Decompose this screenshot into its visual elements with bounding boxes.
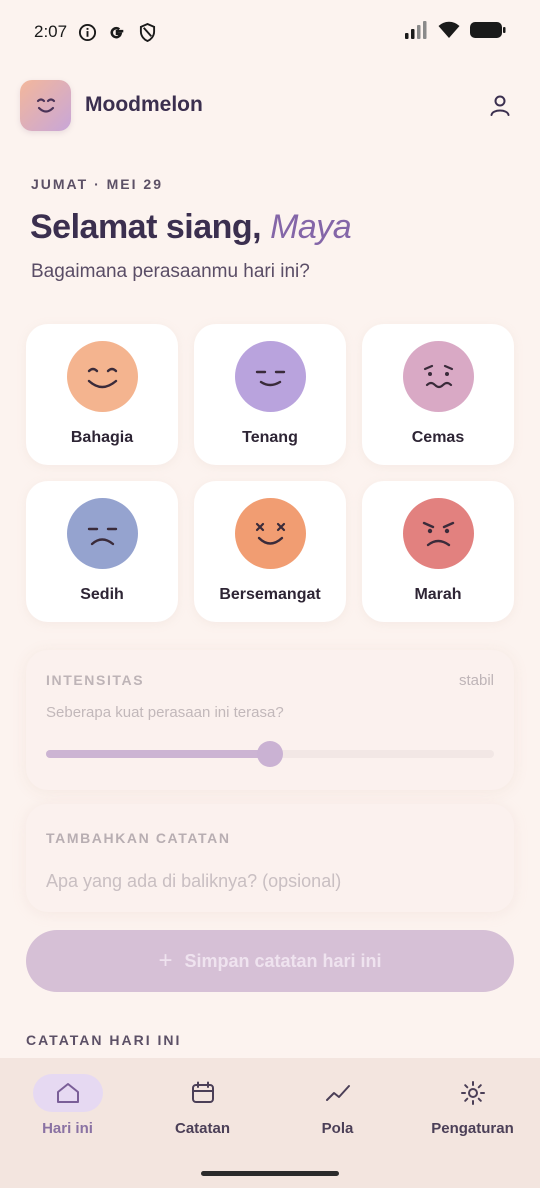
- mood-label: Bersemangat: [219, 586, 321, 603]
- app-name: Moodmelon: [85, 93, 203, 116]
- user-icon: [490, 95, 510, 116]
- date-line: JUMAT · MEI 29: [31, 176, 163, 192]
- bottom-nav: Hari ini Catatan Pola Pengaturan: [0, 1058, 540, 1188]
- note-card: TAMBAHKAN CATATAN: [26, 804, 514, 912]
- slider-thumb[interactable]: [257, 741, 283, 767]
- wifi-icon: [438, 21, 460, 44]
- battery-icon: [470, 21, 506, 44]
- mood-card-sedih[interactable]: Sedih: [26, 481, 178, 622]
- save-button[interactable]: + Simpan catatan hari ini: [26, 930, 514, 992]
- mood-card-tenang[interactable]: Tenang: [194, 324, 346, 465]
- greeting-prefix: Selamat siang,: [30, 208, 262, 246]
- nav-item-catatan[interactable]: Catatan: [135, 1074, 270, 1137]
- nav-item-pengaturan[interactable]: Pengaturan: [405, 1074, 540, 1137]
- gear-icon: [438, 1074, 508, 1112]
- nav-label: Catatan: [174, 1120, 230, 1137]
- profile-button[interactable]: [480, 85, 520, 125]
- mood-card-bahagia[interactable]: Bahagia: [26, 324, 178, 465]
- today-entries-heading: CATATAN HARI INI: [26, 1032, 182, 1048]
- nav-label: Pola: [321, 1120, 354, 1137]
- shield-icon: [137, 22, 157, 42]
- mood-label: Sedih: [80, 586, 124, 603]
- mood-grid: Bahagia Tenang Cemas Sedih Bersemangat M…: [26, 324, 514, 622]
- status-left: 2:07: [34, 22, 157, 42]
- trend-icon: [303, 1074, 373, 1112]
- mood-card-bersemangat[interactable]: Bersemangat: [194, 481, 346, 622]
- intensity-title: INTENSITAS: [46, 672, 145, 688]
- nav-label: Pengaturan: [431, 1120, 514, 1137]
- sad-face-icon: [66, 498, 138, 569]
- signal-icon: [404, 20, 428, 44]
- app-header: Moodmelon: [20, 78, 520, 132]
- status-right: [404, 20, 506, 44]
- status-time: 2:07: [34, 22, 68, 41]
- intensity-card: INTENSITAS stabil Seberapa kuat perasaan…: [26, 650, 514, 790]
- note-input[interactable]: [46, 866, 494, 896]
- calendar-icon: [168, 1074, 238, 1112]
- mood-label: Cemas: [411, 429, 465, 446]
- intensity-subtitle: Seberapa kuat perasaan ini terasa?: [46, 704, 284, 721]
- mood-label: Marah: [414, 586, 462, 603]
- mood-label: Tenang: [242, 429, 298, 446]
- home-icon: [32, 1074, 103, 1112]
- nav-item-hari-ini[interactable]: Hari ini: [0, 1074, 135, 1137]
- angry-face-icon: [402, 498, 474, 569]
- greeting-title: Selamat siang, Maya: [30, 208, 352, 247]
- mood-label: Bahagia: [70, 429, 134, 446]
- plus-icon: +: [158, 947, 173, 974]
- smile-face-icon: [20, 79, 71, 131]
- home-indicator[interactable]: [201, 1171, 339, 1176]
- mood-card-marah[interactable]: Marah: [362, 481, 514, 622]
- happy-face-icon: [66, 341, 138, 412]
- anxious-face-icon: [402, 341, 474, 412]
- excited-face-icon: [234, 498, 306, 569]
- intensity-slider[interactable]: [46, 741, 494, 767]
- calm-face-icon: [234, 341, 306, 412]
- mood-question: Bagaimana perasaanmu hari ini?: [31, 261, 310, 282]
- slider-fill: [46, 750, 270, 758]
- intensity-status: stabil: [458, 672, 494, 689]
- nav-label: Hari ini: [42, 1120, 93, 1137]
- nav-item-pola[interactable]: Pola: [270, 1074, 405, 1137]
- save-button-label: Simpan catatan hari ini: [184, 950, 382, 971]
- info-icon: [77, 22, 97, 42]
- mood-card-cemas[interactable]: Cemas: [362, 324, 514, 465]
- brand: Moodmelon: [20, 79, 203, 131]
- greeting-name: Maya: [270, 208, 352, 246]
- note-title: TAMBAHKAN CATATAN: [46, 830, 231, 846]
- status-bar: 2:07: [0, 0, 540, 64]
- google-icon: [107, 22, 127, 42]
